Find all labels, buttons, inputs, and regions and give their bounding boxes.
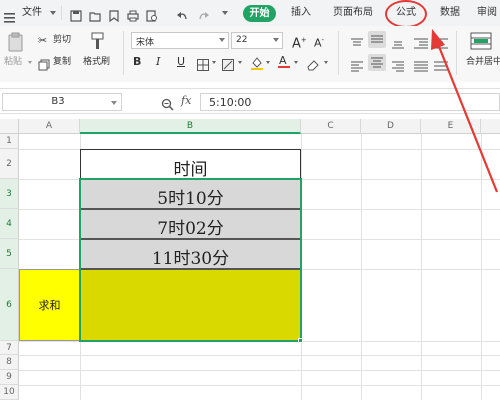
tab-start[interactable]: 开始 (243, 5, 276, 22)
format-painter-icon[interactable] (90, 32, 106, 50)
align-left-icon[interactable] (351, 57, 363, 72)
tab-page-layout[interactable]: 页面布局 (333, 7, 373, 19)
paste-button[interactable]: 粘贴 (4, 57, 22, 68)
chevron-down-icon[interactable] (222, 11, 228, 15)
bold-button[interactable]: B (133, 56, 141, 68)
column-header-d[interactable]: D (361, 119, 421, 134)
row-header-9[interactable]: 9 (0, 370, 19, 385)
tab-data[interactable]: 数据 (440, 7, 460, 19)
eraser-icon[interactable] (306, 56, 320, 71)
align-center-icon[interactable] (368, 54, 386, 71)
chevron-down-icon[interactable] (294, 61, 298, 64)
column-header-b[interactable]: B (80, 119, 301, 134)
underline-button[interactable]: U (177, 56, 185, 68)
zoom-search-icon[interactable] (161, 96, 174, 111)
column-header-a[interactable]: A (19, 119, 80, 134)
paste-icon[interactable] (7, 32, 25, 52)
fill-color-icon[interactable] (250, 55, 264, 70)
indent-decrease-icon[interactable] (414, 34, 428, 49)
selection-range (79, 178, 302, 342)
file-menu[interactable]: 文件 (22, 7, 42, 19)
row-header-10[interactable]: 10 (0, 385, 19, 400)
font-shrink-icon[interactable]: A- (314, 34, 324, 50)
new-file-icon[interactable] (70, 7, 82, 22)
merge-center-button[interactable]: 合并居中 (466, 57, 500, 68)
justify-icon[interactable] (414, 57, 428, 72)
border-icon[interactable] (197, 56, 210, 71)
font-name-select[interactable]: 宋体 (131, 32, 229, 49)
fx-button[interactable]: fx (181, 94, 191, 107)
cell-style-icon[interactable] (222, 56, 235, 71)
save-icon[interactable] (108, 7, 120, 23)
cell-a6[interactable]: 求和 (19, 269, 80, 341)
italic-button[interactable]: I (156, 56, 160, 68)
copy-icon[interactable] (38, 56, 50, 71)
name-box[interactable]: B3 (2, 93, 122, 111)
print-icon[interactable] (127, 7, 139, 22)
ribbon: 粘贴 ✂ 剪切 复制 格式刷 宋体 22 A+ A- B I U A 合并居中 (0, 26, 500, 82)
column-header-e[interactable]: E (421, 119, 481, 134)
row-header-2[interactable]: 2 (0, 149, 19, 179)
indent-increase-icon[interactable] (434, 34, 448, 49)
chevron-down-icon[interactable] (212, 61, 216, 64)
tab-review[interactable]: 审阅 (477, 7, 497, 19)
menu-icon[interactable] (4, 8, 15, 23)
fill-handle[interactable] (298, 338, 303, 343)
cut-button[interactable]: 剪切 (53, 35, 71, 46)
chevron-down-icon (273, 38, 279, 42)
copy-button[interactable]: 复制 (53, 57, 71, 68)
redo-icon[interactable] (198, 7, 210, 20)
row-header-4[interactable]: 4 (0, 209, 19, 239)
font-color-icon[interactable]: A (278, 54, 290, 69)
font-grow-icon[interactable]: A+ (292, 34, 307, 50)
merge-center-icon[interactable] (470, 32, 492, 50)
cell-b2[interactable]: 时间 (80, 149, 301, 180)
select-all-corner[interactable] (0, 119, 19, 134)
print-preview-icon[interactable] (146, 7, 158, 22)
scissors-icon[interactable]: ✂ (38, 35, 47, 47)
formula-input[interactable]: 5:10:00 (200, 93, 500, 111)
chevron-down-icon (219, 38, 225, 42)
undo-icon[interactable] (176, 7, 188, 20)
chevron-down-icon[interactable] (50, 11, 56, 15)
column-header-c[interactable]: C (301, 119, 361, 134)
align-right-icon[interactable] (392, 57, 404, 72)
row-header-3[interactable]: 3 (0, 179, 19, 209)
menu-bar: 文件 开始 插入 页面布局 公式 数据 审阅 (0, 0, 500, 28)
chevron-down-icon[interactable] (324, 61, 328, 64)
chevron-down-icon[interactable] (266, 61, 270, 64)
format-painter-button[interactable]: 格式刷 (83, 57, 110, 68)
tab-insert[interactable]: 插入 (291, 7, 311, 19)
chevron-down-icon[interactable] (238, 61, 242, 64)
font-size-select[interactable]: 22 (231, 32, 283, 49)
row-header-5[interactable]: 5 (0, 239, 19, 269)
align-middle-icon[interactable] (368, 31, 386, 48)
row-header-7[interactable]: 7 (0, 341, 19, 355)
row-header-6[interactable]: 6 (0, 269, 19, 341)
formula-bar: B3 fx 5:10:00 (0, 88, 500, 114)
chevron-down-icon[interactable] (28, 61, 32, 64)
open-folder-icon[interactable] (89, 7, 101, 22)
annotation-circle (385, 0, 427, 28)
chevron-down-icon (111, 101, 117, 105)
distributed-align-icon[interactable] (434, 57, 448, 71)
column-header-f[interactable] (481, 119, 500, 134)
row-header-8[interactable]: 8 (0, 355, 19, 370)
align-bottom-icon[interactable] (392, 34, 404, 49)
row-header-1[interactable]: 1 (0, 134, 19, 149)
align-top-icon[interactable] (351, 34, 363, 46)
